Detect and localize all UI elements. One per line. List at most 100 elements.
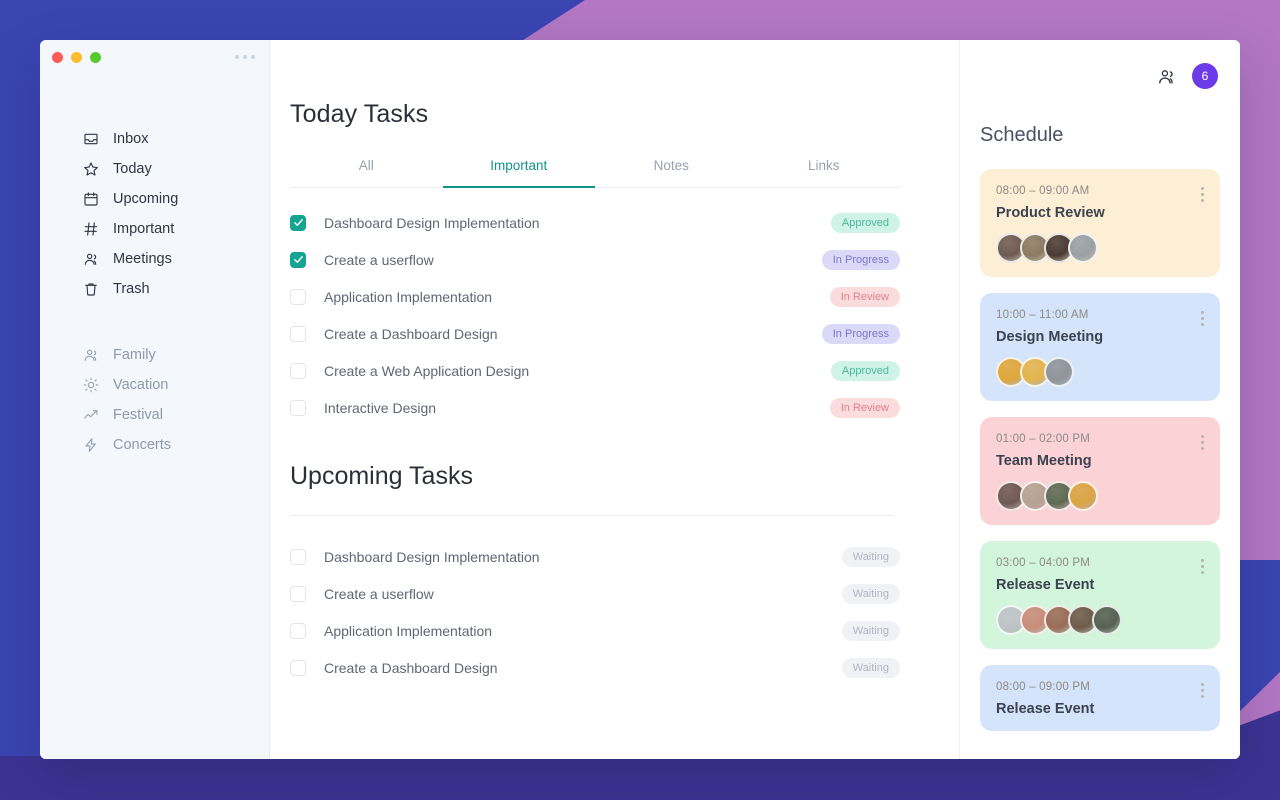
tab-all[interactable]: All [290,151,443,187]
sidebar: Inbox Today Upcoming Important Meetings … [40,40,270,759]
background-band-bottom [0,756,1220,800]
more-vertical-icon[interactable] [1201,435,1204,450]
task-row[interactable]: Interactive Design In Review [290,389,900,426]
event-title: Design Meeting [996,329,1104,345]
task-row[interactable]: Create a Web Application Design Approved [290,352,900,389]
schedule-title: Schedule [980,124,1064,146]
avatar[interactable] [1068,233,1098,263]
schedule-card[interactable]: 08:00 – 09:00 AM Product Review [980,169,1220,277]
sidebar-item-label: Family [113,347,156,363]
event-time: 10:00 – 11:00 AM [996,309,1089,321]
users-icon[interactable] [1157,67,1176,86]
event-title: Release Event [996,577,1095,593]
schedule-card[interactable]: 08:00 – 09:00 PM Release Event [980,665,1220,731]
status-badge: Waiting [841,620,900,641]
sidebar-item-inbox[interactable]: Inbox [82,124,269,154]
task-row[interactable]: Dashboard Design Implementation Approved [290,204,900,241]
tab-notes[interactable]: Notes [595,151,748,187]
sidebar-item-upcoming[interactable]: Upcoming [82,184,269,214]
trending-up-icon [82,407,99,424]
page-title: Today Tasks [290,100,429,128]
users-icon [82,251,99,268]
event-time: 08:00 – 09:00 AM [996,185,1090,197]
upcoming-section-title: Upcoming Tasks [290,462,473,490]
status-badge: Waiting [841,657,900,678]
avatar[interactable] [1092,605,1122,635]
sidebar-item-family[interactable]: Family [82,340,269,370]
task-checkbox[interactable] [290,362,306,379]
sidebar-item-label: Concerts [113,437,172,453]
task-checkbox[interactable] [290,548,306,565]
task-checkbox[interactable] [290,659,306,676]
avatar[interactable] [1068,481,1098,511]
more-vertical-icon[interactable] [1201,311,1204,326]
sidebar-item-label: Vacation [113,377,169,393]
task-label: Create a userflow [324,251,434,268]
member-count-badge[interactable]: 6 [1192,63,1218,89]
task-checkbox[interactable] [290,214,306,231]
avatar[interactable] [1044,357,1074,387]
schedule-card[interactable]: 10:00 – 11:00 AM Design Meeting [980,293,1220,401]
event-time: 03:00 – 04:00 PM [996,557,1090,569]
status-badge: Waiting [841,583,900,604]
task-row[interactable]: Create a userflow In Progress [290,241,900,278]
event-title: Product Review [996,205,1105,221]
task-label: Create a Dashboard Design [324,325,498,342]
sidebar-item-label: Inbox [113,131,149,147]
task-checkbox[interactable] [290,288,306,305]
sidebar-item-trash[interactable]: Trash [82,274,269,304]
sidebar-item-label: Important [113,221,175,237]
more-vertical-icon[interactable] [1201,187,1204,202]
main-content: Today Tasks All Important Notes Links Da… [270,40,960,759]
traffic-lights [52,51,101,63]
sidebar-item-important[interactable]: Important [82,214,269,244]
task-label: Dashboard Design Implementation [324,214,540,231]
task-row[interactable]: Dashboard Design Implementation Waiting [290,538,900,575]
status-badge: Approved [830,212,900,233]
app-window: Inbox Today Upcoming Important Meetings … [40,40,1240,759]
sidebar-item-today[interactable]: Today [82,154,269,184]
task-checkbox[interactable] [290,585,306,602]
status-badge: Approved [830,360,900,381]
tab-bar: All Important Notes Links [290,151,900,188]
event-time: 01:00 – 02:00 PM [996,433,1090,445]
status-badge: Waiting [841,546,900,567]
status-badge: In Progress [821,323,900,344]
tab-important[interactable]: Important [442,151,596,188]
task-row[interactable]: Create a Dashboard Design In Progress [290,315,900,352]
task-checkbox[interactable] [290,251,306,268]
schedule-card[interactable]: 03:00 – 04:00 PM Release Event [980,541,1220,649]
more-vertical-icon[interactable] [1201,559,1204,574]
close-button[interactable] [52,51,63,63]
minimize-button[interactable] [71,51,82,63]
attendee-avatars [996,233,1204,263]
sidebar-item-vacation[interactable]: Vacation [82,370,269,400]
tab-links[interactable]: Links [748,151,901,187]
task-label: Create a Dashboard Design [324,659,498,676]
task-checkbox[interactable] [290,325,306,342]
status-badge: In Review [829,286,900,307]
more-vertical-icon[interactable] [1201,683,1204,698]
sidebar-item-concerts[interactable]: Concerts [82,430,269,460]
task-row[interactable]: Application Implementation Waiting [290,612,900,649]
task-checkbox[interactable] [290,399,306,416]
task-row[interactable]: Create a userflow Waiting [290,575,900,612]
task-checkbox[interactable] [290,622,306,639]
task-row[interactable]: Create a Dashboard Design Waiting [290,649,900,686]
more-horizontal-icon[interactable] [235,55,255,59]
sidebar-item-festival[interactable]: Festival [82,400,269,430]
schedule-card[interactable]: 01:00 – 02:00 PM Team Meeting [980,417,1220,525]
sidebar-item-meetings[interactable]: Meetings [82,244,269,274]
today-task-list: Dashboard Design Implementation Approved C… [290,204,900,426]
desktop-background: Inbox Today Upcoming Important Meetings … [0,0,1280,800]
event-time: 08:00 – 09:00 PM [996,681,1090,693]
users-icon [82,347,99,364]
event-title: Release Event [996,701,1095,717]
attendee-avatars [996,481,1204,511]
schedule-card-list: 08:00 – 09:00 AM Product Review 10:00 – 11… [980,169,1220,731]
task-row[interactable]: Application Implementation In Review [290,278,900,315]
sidebar-item-label: Trash [113,281,150,297]
task-label: Dashboard Design Implementation [324,548,540,565]
schedule-panel: 6 Schedule 08:00 – 09:00 AM Product Revie… [960,40,1240,759]
maximize-button[interactable] [90,51,101,63]
